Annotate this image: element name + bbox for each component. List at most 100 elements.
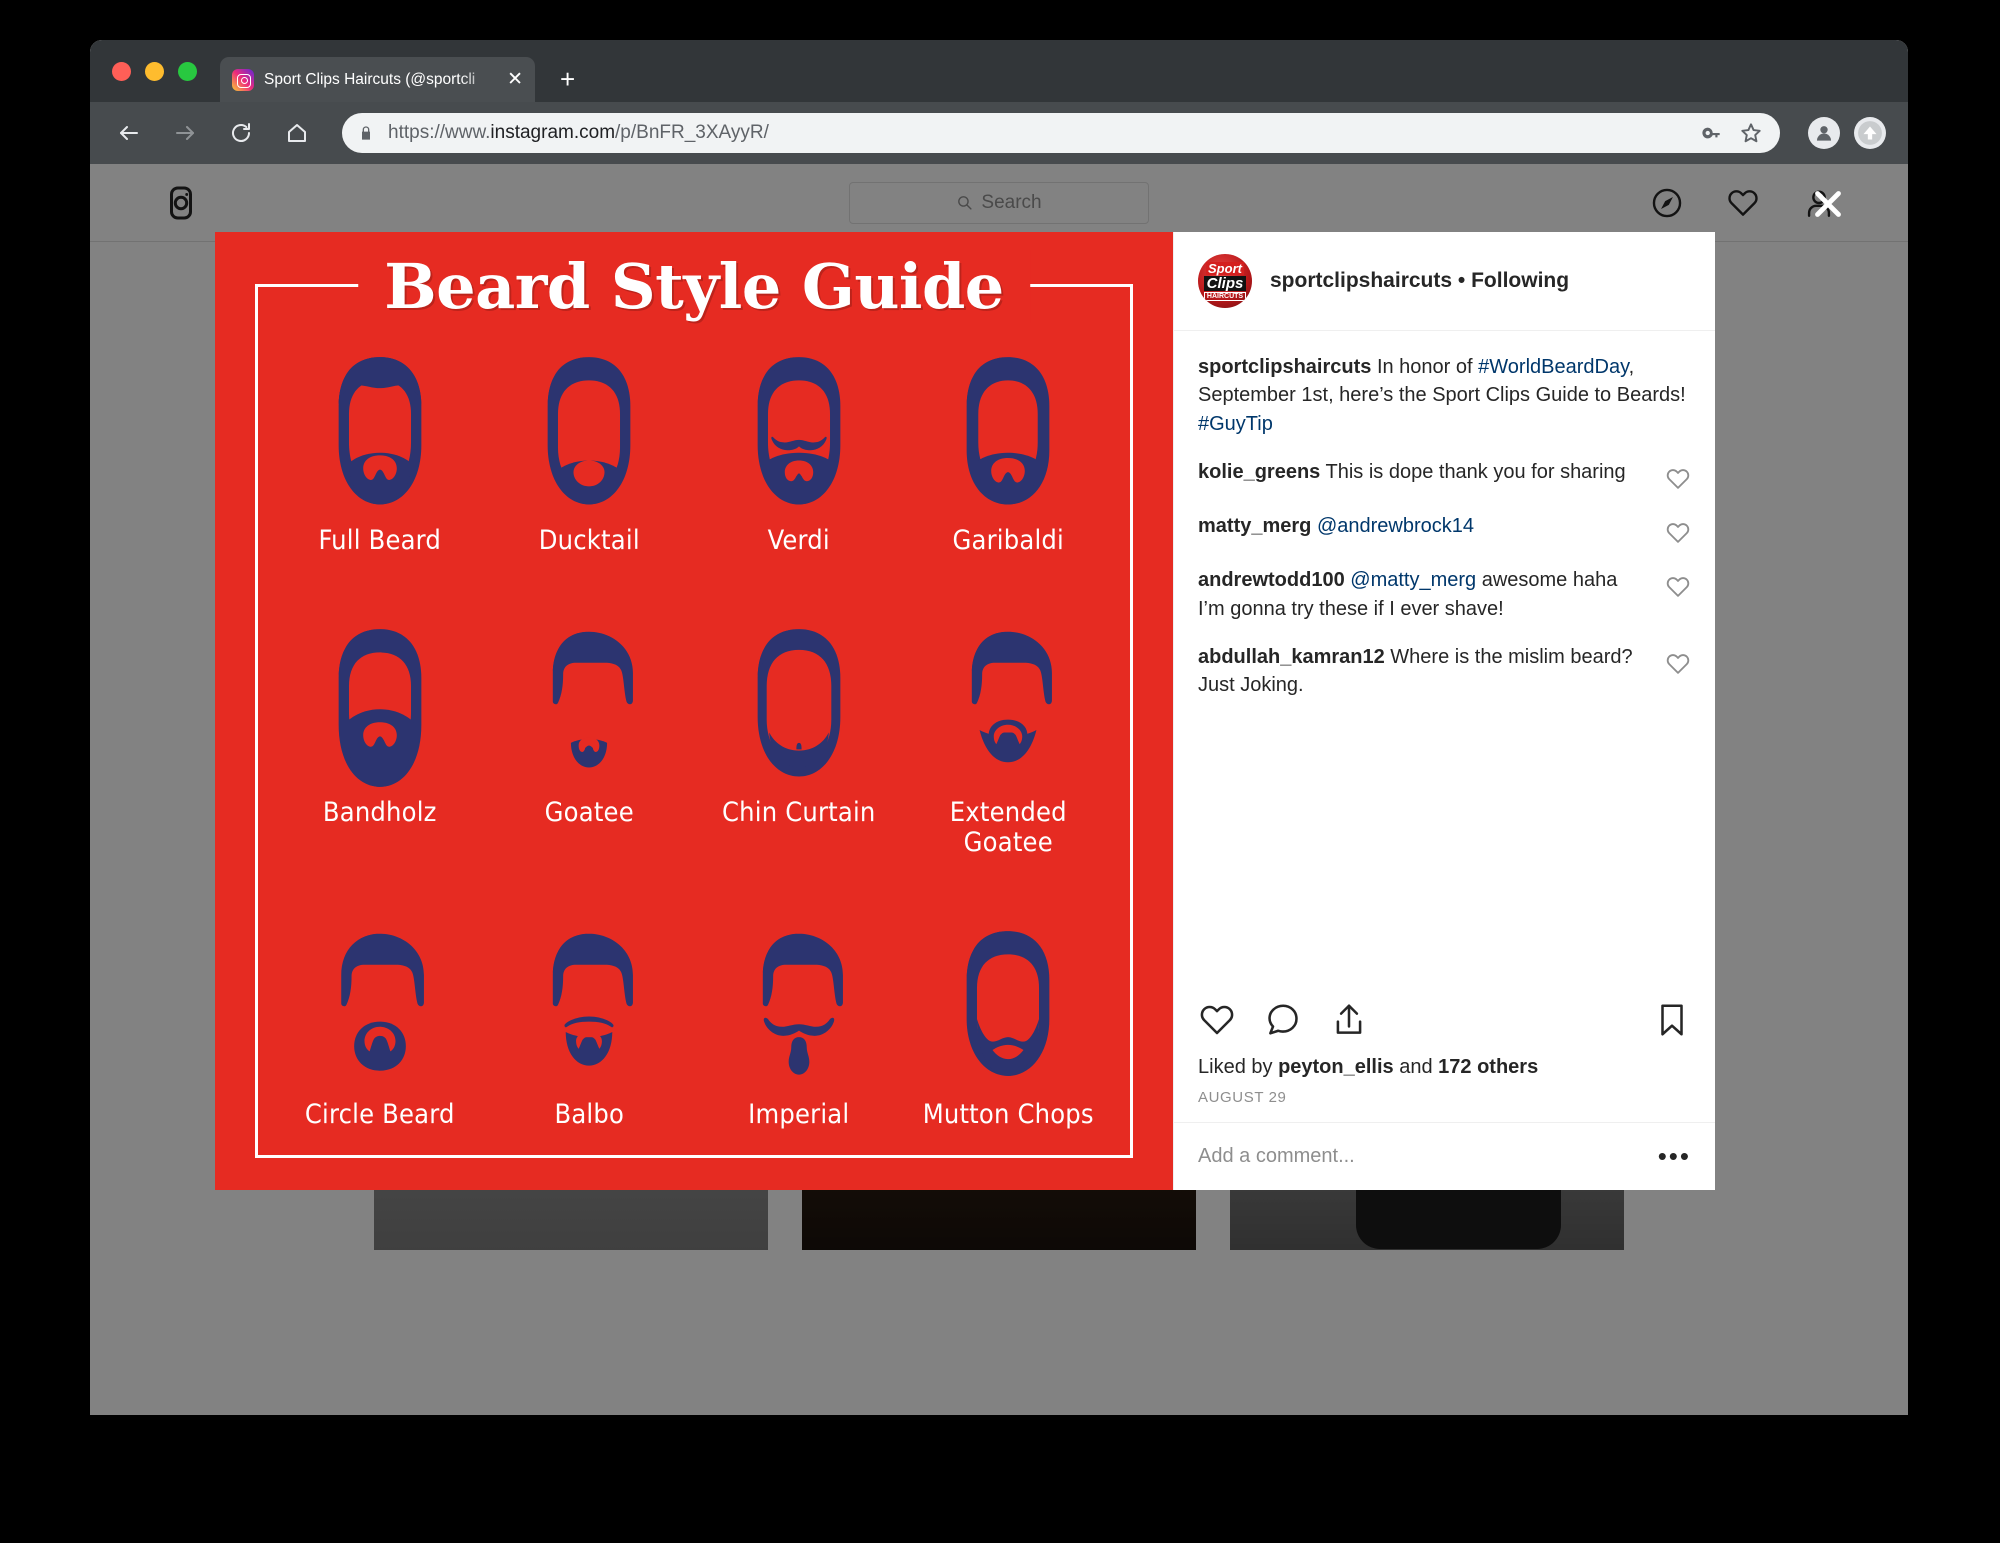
beard-item-chin-curtain: Chin Curtain: [694, 624, 904, 858]
beard-item-imperial: Imperial: [694, 926, 904, 1130]
minimize-window-button[interactable]: [145, 62, 164, 81]
beard-row: Full Beard Ducktail Verdi Garibaldi: [275, 352, 1113, 556]
url-path: /p/BnFR_3XAyyR/: [615, 122, 769, 143]
address-bar[interactable]: https://www.instagram.com/p/BnFR_3XAyyR/: [342, 113, 1780, 153]
comment-text: kolie_greens This is dope thank you for …: [1198, 458, 1649, 486]
comment-item: andrewtodd100 @matty_merg awesome haha I…: [1198, 566, 1691, 623]
comment-text: abdullah_kamran12 Where is the mislim be…: [1198, 643, 1649, 700]
reload-icon: [232, 123, 250, 142]
like-comment-button[interactable]: [1665, 574, 1691, 600]
likes-middle: and: [1393, 1056, 1439, 1078]
post-modal: Beard Style Guide Full Beard Ducktail Ve…: [215, 232, 1715, 1190]
post-timestamp: AUGUST 29: [1198, 1089, 1287, 1106]
reload-button[interactable]: [224, 116, 258, 150]
avatar-line-1: Sport: [1206, 260, 1244, 276]
close-x-icon[interactable]: [1810, 186, 1846, 222]
caption-hashtag-2[interactable]: #GuyTip: [1198, 413, 1273, 435]
share-upload-icon: [1336, 1004, 1362, 1034]
circle-beard-art: [340, 933, 424, 1071]
comment-username[interactable]: abdullah_kamran12: [1198, 646, 1385, 668]
close-tab-button[interactable]: ✕: [507, 70, 523, 89]
forward-button[interactable]: [168, 116, 202, 150]
instagram-icon: [232, 68, 254, 91]
page-viewport: Search Beard Style Guide Full Beard Duck…: [90, 164, 1908, 1415]
beard-item-mutton-chops: Mutton Chops: [904, 926, 1114, 1130]
browser-tab[interactable]: Sport Clips Haircuts (@sportcli ✕: [220, 57, 535, 102]
guide-title: Beard Style Guide: [358, 250, 1030, 323]
share-post-button[interactable]: [1330, 1001, 1368, 1044]
beard-label: Balbo: [554, 1098, 625, 1130]
new-tab-button[interactable]: +: [560, 66, 575, 92]
beard-item-ducktail: Ducktail: [485, 352, 695, 556]
comments-list[interactable]: sportclipshaircuts In honor of #WorldBea…: [1174, 331, 1715, 987]
home-button[interactable]: [280, 116, 314, 150]
more-options-button[interactable]: •••: [1658, 1143, 1691, 1168]
beard-row: Circle Beard Balbo Imperial Mutton Chops: [275, 926, 1113, 1130]
goatee-art: [553, 631, 634, 768]
comment-mention[interactable]: @andrewbrock14: [1317, 515, 1474, 537]
person-glyph-icon: [1816, 126, 1832, 141]
beard-guide-rows: Full Beard Ducktail Verdi Garibaldi Band…: [275, 352, 1113, 1130]
comment-text: matty_merg @andrewbrock14: [1198, 512, 1649, 540]
caption-username[interactable]: sportclipshaircuts: [1198, 356, 1371, 378]
beard-label: Bandholz: [322, 796, 437, 828]
comment-post-button[interactable]: [1264, 1001, 1302, 1044]
beard-item-garibaldi: Garibaldi: [904, 352, 1114, 556]
toolbar-right-group: [1796, 117, 1886, 149]
comment-username[interactable]: andrewtodd100: [1198, 569, 1345, 591]
caption-hashtag-1[interactable]: #WorldBeardDay: [1478, 356, 1628, 378]
beard-item-balbo: Balbo: [485, 926, 695, 1130]
beard-label: Garibaldi: [952, 525, 1064, 556]
post-caption: sportclipshaircuts In honor of #WorldBea…: [1198, 353, 1691, 438]
comment-bubble-icon: [1268, 1004, 1298, 1035]
heart-icon: [1666, 654, 1690, 674]
like-post-button[interactable]: [1198, 1001, 1236, 1044]
like-comment-button[interactable]: [1665, 520, 1691, 546]
maximize-window-button[interactable]: [178, 62, 197, 81]
save-post-button[interactable]: [1653, 1001, 1691, 1044]
url-text: https://www.instagram.com/p/BnFR_3XAyyR/: [388, 122, 1684, 144]
beard-item-circle-beard: Circle Beard: [275, 926, 485, 1130]
follow-state[interactable]: Following: [1471, 269, 1569, 292]
beard-row: Bandholz Goatee Chin Curtain Extended Go…: [275, 624, 1113, 858]
garibaldi-art: [966, 357, 1050, 505]
avatar-line-2: Clips: [1203, 275, 1247, 291]
extended-goatee-art: [972, 631, 1053, 763]
comment-username[interactable]: matty_merg: [1198, 515, 1311, 537]
comment-username[interactable]: kolie_greens: [1198, 461, 1320, 483]
author-username[interactable]: sportclipshaircuts: [1270, 269, 1452, 292]
close-window-button[interactable]: [112, 62, 131, 81]
bookmark-icon: [1661, 1004, 1683, 1036]
beard-item-goatee: Goatee: [485, 624, 695, 858]
add-comment-row: Add a comment... •••: [1174, 1122, 1715, 1190]
comment-item: matty_merg @andrewbrock14: [1198, 512, 1691, 546]
balbo-art: [553, 933, 634, 1066]
browser-toolbar: https://www.instagram.com/p/BnFR_3XAyyR/: [90, 102, 1908, 164]
comment-mention[interactable]: @matty_merg: [1350, 569, 1476, 591]
url-scheme: https://www.: [388, 122, 491, 143]
window-controls[interactable]: [112, 62, 197, 81]
browser-window: Sport Clips Haircuts (@sportcli ✕ + http…: [90, 40, 1908, 1415]
arrow-back-icon: [120, 126, 138, 140]
star-icon[interactable]: [1738, 120, 1764, 146]
post-author-header: Sport Clips HAIRCUTS sportclipshaircuts …: [1174, 232, 1715, 331]
beard-label: Circle Beard: [304, 1098, 455, 1130]
comment-text: andrewtodd100 @matty_merg awesome haha I…: [1198, 566, 1649, 623]
imperial-art: [762, 933, 843, 1075]
like-comment-button[interactable]: [1665, 466, 1691, 492]
key-icon[interactable]: [1698, 120, 1724, 146]
avatar[interactable]: Sport Clips HAIRCUTS: [1198, 254, 1252, 308]
like-comment-button[interactable]: [1665, 651, 1691, 677]
add-comment-input[interactable]: Add a comment...: [1198, 1145, 1355, 1168]
update-arrow-icon[interactable]: [1854, 117, 1886, 149]
likes-user[interactable]: peyton_ellis: [1278, 1056, 1394, 1078]
account-avatar-icon[interactable]: [1808, 117, 1840, 149]
post-image[interactable]: Beard Style Guide Full Beard Ducktail Ve…: [215, 232, 1173, 1190]
likes-count[interactable]: 172 others: [1438, 1056, 1538, 1078]
back-button[interactable]: [112, 116, 146, 150]
beard-label: Ducktail: [538, 525, 640, 556]
verdi-art: [757, 357, 841, 505]
heart-icon: [1666, 577, 1690, 597]
beard-item-full-beard: Full Beard: [275, 352, 485, 556]
author-separator: •: [1452, 269, 1472, 292]
